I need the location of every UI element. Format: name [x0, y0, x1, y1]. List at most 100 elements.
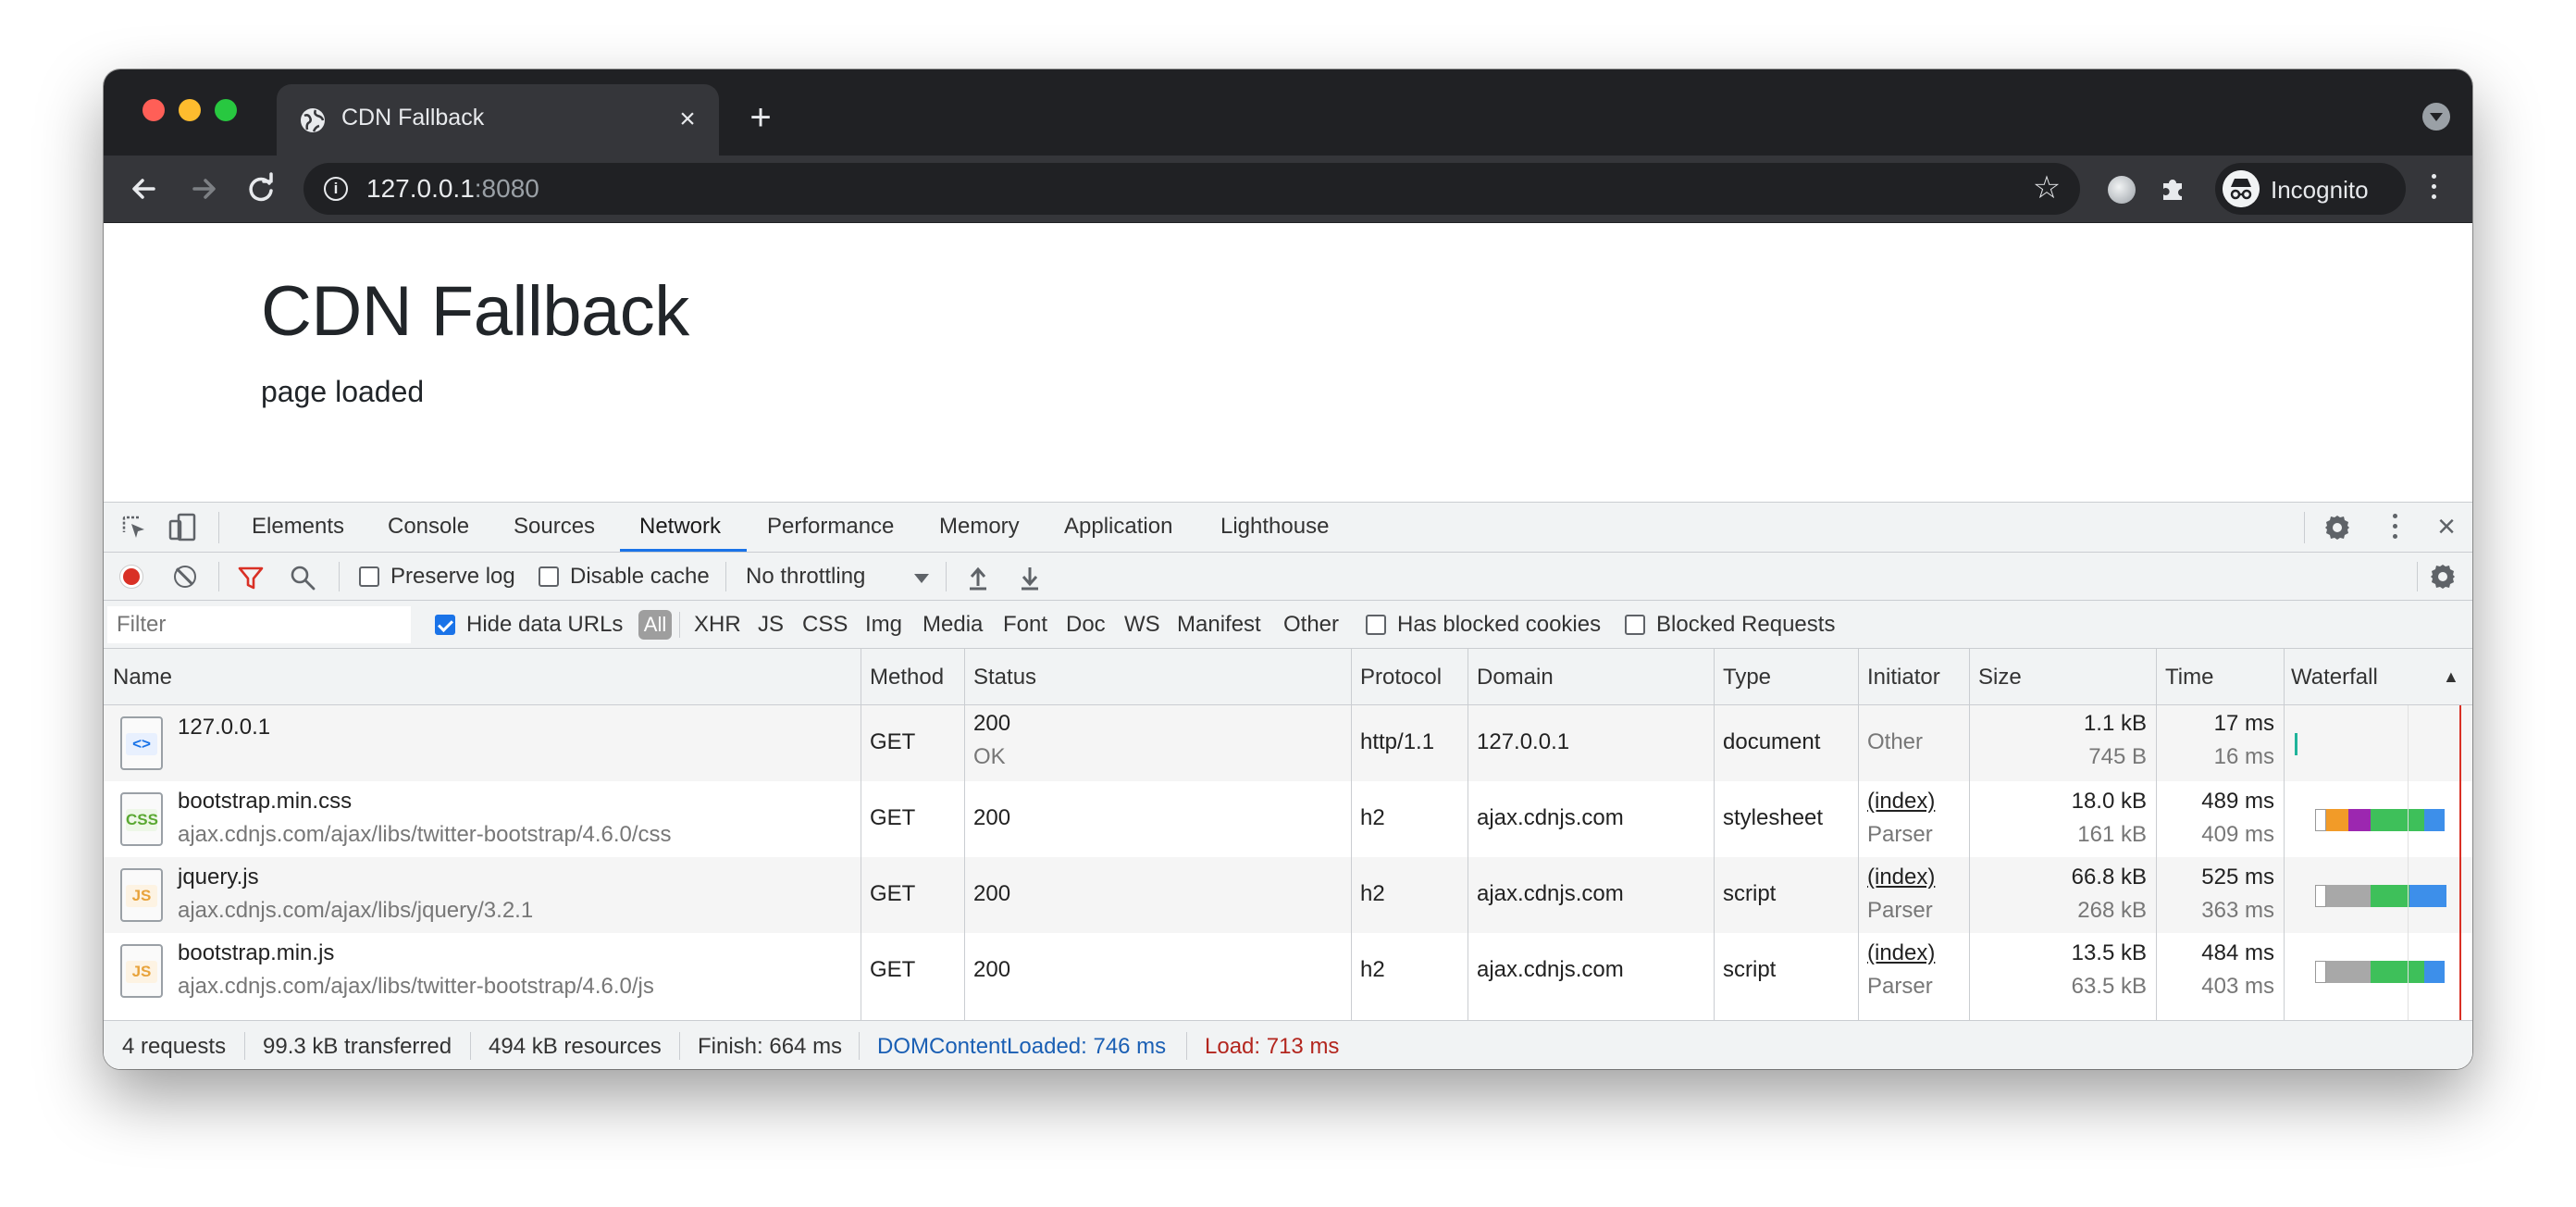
separator — [725, 562, 726, 591]
inspect-element-icon[interactable] — [120, 514, 148, 541]
throttling-select[interactable]: No throttling — [746, 564, 865, 590]
incognito-profile-button[interactable]: Incognito — [2215, 163, 2406, 215]
sort-ascending-icon[interactable]: ▲ — [2443, 667, 2459, 687]
table-row[interactable]: <> 127.0.0.1 GET 200 OK http/1.1 127.0.0… — [104, 705, 2472, 781]
filter-doc[interactable]: Doc — [1066, 612, 1106, 638]
tab-memory[interactable]: Memory — [939, 514, 1020, 540]
request-initiator-link[interactable]: (index) — [1867, 865, 1935, 890]
back-icon[interactable] — [124, 168, 165, 209]
tab-elements[interactable]: Elements — [252, 514, 344, 540]
tab-sources[interactable]: Sources — [514, 514, 595, 540]
waterfall-stalled — [2326, 885, 2371, 907]
waterfall-gridline — [2408, 705, 2409, 1020]
column-divider[interactable] — [1351, 649, 1352, 1020]
tab-application[interactable]: Application — [1064, 514, 1172, 540]
filter-input[interactable] — [107, 606, 411, 643]
new-tab-icon[interactable]: + — [742, 99, 779, 138]
request-protocol: h2 — [1360, 881, 1385, 906]
table-row[interactable]: JS bootstrap.min.js ajax.cdnjs.com/ajax/… — [104, 933, 2472, 1009]
request-latency: 363 ms — [2201, 898, 2274, 923]
separator — [470, 1032, 471, 1060]
extensions-puzzle-icon[interactable] — [2158, 174, 2187, 204]
address-bar[interactable]: i 127.0.0.1:8080 ☆ — [303, 163, 2080, 215]
filter-js[interactable]: JS — [758, 612, 784, 638]
devtools-menu-icon[interactable] — [2389, 514, 2400, 543]
settings-gear-icon[interactable] — [2322, 513, 2352, 542]
request-path: ajax.cdnjs.com/ajax/libs/jquery/3.2.1 — [178, 898, 534, 923]
forward-icon[interactable] — [183, 168, 224, 209]
filter-css[interactable]: CSS — [802, 612, 848, 638]
table-row[interactable]: JS jquery.js ajax.cdnjs.com/ajax/libs/jq… — [104, 857, 2472, 933]
column-initiator[interactable]: Initiator — [1867, 665, 1940, 691]
request-initiator: Other — [1867, 729, 1924, 754]
maximize-window-button[interactable] — [215, 99, 237, 121]
network-settings-gear-icon[interactable] — [2428, 562, 2458, 591]
has-blocked-cookies-checkbox[interactable] — [1366, 615, 1386, 635]
has-blocked-cookies-label: Has blocked cookies — [1397, 612, 1602, 637]
filter-media[interactable]: Media — [923, 612, 983, 638]
column-domain[interactable]: Domain — [1477, 665, 1554, 691]
close-window-button[interactable] — [142, 99, 165, 121]
tab-lighthouse[interactable]: Lighthouse — [1220, 514, 1329, 540]
extension-icon[interactable] — [2108, 176, 2136, 204]
tab-search-icon[interactable] — [2422, 103, 2450, 131]
search-icon[interactable] — [289, 564, 316, 591]
column-protocol[interactable]: Protocol — [1360, 665, 1442, 691]
column-name[interactable]: Name — [113, 665, 172, 691]
browser-tab[interactable]: CDN Fallback × — [277, 84, 719, 156]
clear-icon[interactable] — [174, 566, 196, 588]
waterfall-download — [2409, 885, 2446, 907]
column-divider[interactable] — [2156, 649, 2157, 1020]
column-divider[interactable] — [964, 649, 965, 1020]
import-har-icon[interactable] — [964, 564, 992, 591]
column-divider[interactable] — [2284, 649, 2285, 1020]
column-waterfall[interactable]: Waterfall — [2291, 665, 2378, 691]
tab-strip: CDN Fallback × + — [104, 69, 2472, 156]
request-initiator-link[interactable]: (index) — [1867, 940, 1935, 966]
close-devtools-icon[interactable]: × — [2430, 510, 2463, 543]
filter-other[interactable]: Other — [1283, 612, 1339, 638]
request-resource-size: 745 B — [2088, 744, 2147, 769]
filter-ws[interactable]: WS — [1124, 612, 1160, 638]
request-status: 200 — [973, 805, 1011, 830]
reload-icon[interactable] — [241, 168, 281, 209]
hide-data-urls-checkbox[interactable] — [435, 615, 455, 635]
summary-resources: 494 kB resources — [489, 1034, 662, 1059]
request-resource-size: 161 kB — [2077, 822, 2147, 847]
separator — [339, 562, 340, 591]
filter-xhr[interactable]: XHR — [694, 612, 741, 638]
column-method[interactable]: Method — [870, 665, 944, 691]
tab-network[interactable]: Network — [639, 514, 721, 540]
minimize-window-button[interactable] — [179, 99, 201, 121]
table-row[interactable]: CSS bootstrap.min.css ajax.cdnjs.com/aja… — [104, 781, 2472, 857]
preserve-log-checkbox[interactable] — [359, 566, 379, 587]
network-toolbar: Preserve log Disable cache No throttling — [104, 553, 2472, 601]
tab-console[interactable]: Console — [388, 514, 469, 540]
separator — [2304, 512, 2305, 543]
filter-img[interactable]: Img — [865, 612, 902, 638]
column-size[interactable]: Size — [1978, 665, 2022, 691]
browser-menu-icon[interactable] — [2428, 174, 2439, 205]
column-time[interactable]: Time — [2165, 665, 2213, 691]
filter-all[interactable]: All — [638, 610, 672, 640]
filter-icon[interactable] — [237, 564, 265, 591]
column-divider[interactable] — [1714, 649, 1715, 1020]
filter-font[interactable]: Font — [1003, 612, 1047, 638]
close-tab-icon[interactable]: × — [673, 105, 702, 134]
column-status[interactable]: Status — [973, 665, 1036, 691]
request-initiator-link[interactable]: (index) — [1867, 789, 1935, 815]
blocked-requests-checkbox[interactable] — [1625, 615, 1645, 635]
bookmark-star-icon[interactable]: ☆ — [2030, 171, 2063, 205]
column-divider[interactable] — [1969, 649, 1970, 1020]
record-button[interactable] — [119, 565, 143, 589]
disable-cache-checkbox[interactable] — [539, 566, 559, 587]
tab-title: CDN Fallback — [341, 105, 485, 131]
filter-manifest[interactable]: Manifest — [1177, 612, 1261, 638]
device-toolbar-icon[interactable] — [167, 512, 198, 543]
column-divider[interactable] — [1858, 649, 1859, 1020]
column-type[interactable]: Type — [1723, 665, 1771, 691]
site-info-icon[interactable]: i — [324, 177, 348, 201]
request-path: ajax.cdnjs.com/ajax/libs/twitter-bootstr… — [178, 822, 672, 847]
tab-performance[interactable]: Performance — [767, 514, 894, 540]
export-har-icon[interactable] — [1016, 564, 1044, 591]
